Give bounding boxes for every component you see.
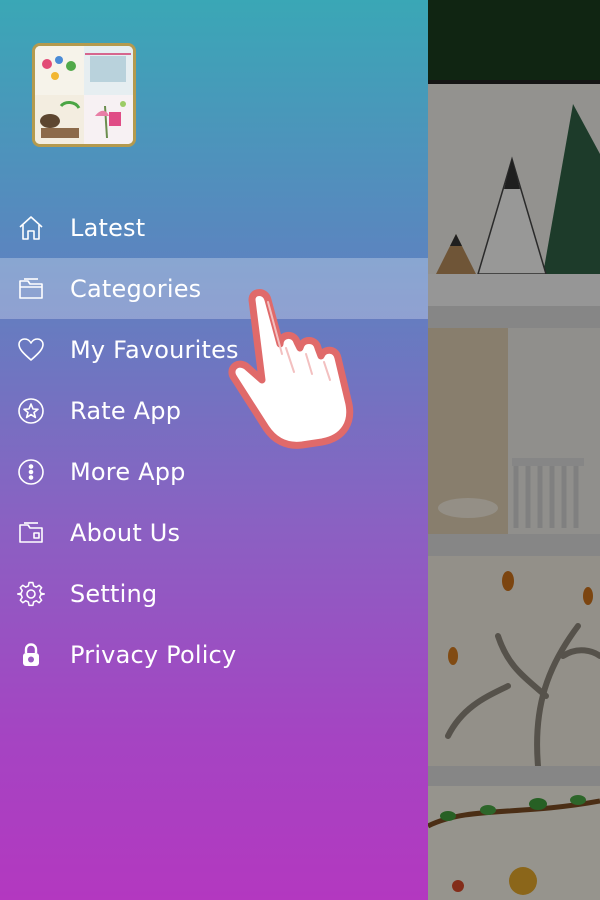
menu-item-more-app[interactable]: More App <box>0 441 428 502</box>
home-icon <box>16 213 46 243</box>
menu-item-privacy-policy[interactable]: Privacy Policy <box>0 624 428 685</box>
menu-item-label: My Favourites <box>70 335 239 364</box>
info-folder-icon <box>16 518 46 548</box>
gear-icon <box>16 579 46 609</box>
navigation-drawer: Latest Categories My Favourites Rate App… <box>0 0 428 900</box>
menu-item-latest[interactable]: Latest <box>0 197 428 258</box>
lock-icon <box>16 640 46 670</box>
menu-item-categories[interactable]: Categories <box>0 258 428 319</box>
menu-item-about-us[interactable]: About Us <box>0 502 428 563</box>
menu-item-label: About Us <box>70 518 181 547</box>
menu-item-label: Categories <box>70 274 202 303</box>
menu-item-label: Setting <box>70 579 158 608</box>
folder-icon <box>16 274 46 304</box>
menu-item-label: Latest <box>70 213 146 242</box>
heart-icon <box>16 335 46 365</box>
menu-item-label: Rate App <box>70 396 182 425</box>
star-icon <box>16 396 46 426</box>
menu-item-setting[interactable]: Setting <box>0 563 428 624</box>
drawer-scrim[interactable] <box>428 0 600 900</box>
menu-item-my-favourites[interactable]: My Favourites <box>0 319 428 380</box>
app-logo <box>32 43 136 147</box>
menu-item-label: Privacy Policy <box>70 640 237 669</box>
menu-item-rate-app[interactable]: Rate App <box>0 380 428 441</box>
menu-item-label: More App <box>70 457 186 486</box>
drawer-menu: Latest Categories My Favourites Rate App… <box>0 197 428 685</box>
more-icon <box>16 457 46 487</box>
